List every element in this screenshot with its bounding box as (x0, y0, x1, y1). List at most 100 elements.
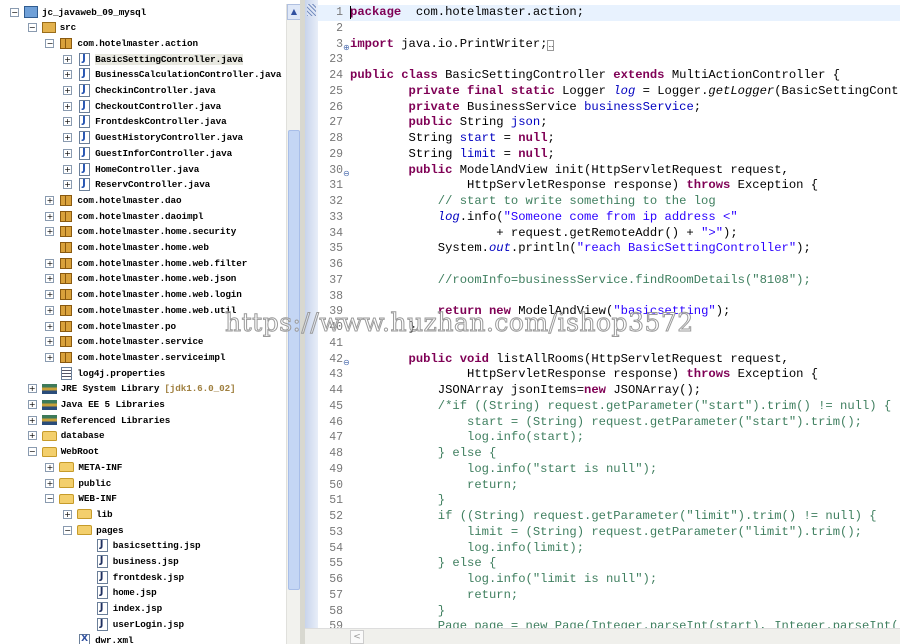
code-line[interactable]: 34 + request.getRemoteAddr() + ">"); (318, 226, 900, 242)
expand-icon[interactable]: + (27, 431, 37, 441)
tree-item[interactable]: log4j.properties (45, 365, 165, 381)
code-line[interactable]: 29 String limit = null; (318, 147, 900, 163)
tree-item[interactable]: dwr.xml (63, 632, 134, 644)
code-line[interactable]: 3 ⊕ import java.io.PrintWriter;… (318, 37, 900, 53)
tree-item[interactable]: + FrontdeskController.java (63, 114, 227, 130)
tree-item[interactable]: business.jsp (81, 554, 179, 570)
code-line[interactable]: 45 /*if ((String) request.getParameter("… (318, 399, 900, 415)
code-line[interactable]: 31 HttpServletResponse response) throws … (318, 178, 900, 194)
tree-item[interactable]: + JRE System Library [jdk1.6.0_02] (27, 381, 236, 397)
code-line[interactable]: 50 return; (318, 478, 900, 494)
code-line[interactable]: 49 log.info("start is null"); (318, 462, 900, 478)
expand-icon[interactable]: + (27, 415, 37, 425)
code-line[interactable]: 41 (318, 336, 900, 352)
code-line[interactable]: 30 ⊖ public ModelAndView init(HttpServlet… (318, 163, 900, 179)
code-line[interactable]: 37 //roomInfo=businessService.findRoomDe… (318, 273, 900, 289)
tree-item[interactable]: + lib (63, 506, 113, 522)
tree-item[interactable]: com.hotelmaster.home.web (45, 240, 209, 256)
tree-item[interactable]: + database (27, 428, 105, 444)
tree-item[interactable]: + GuestHistoryController.java (63, 130, 243, 146)
tree-vertical-scrollbar[interactable]: ▲ (286, 4, 301, 644)
collapse-icon[interactable]: − (27, 447, 37, 457)
scroll-left-arrow-icon[interactable]: < (350, 630, 364, 644)
expand-icon[interactable]: + (45, 462, 55, 472)
code-line[interactable]: 51 } (318, 493, 900, 509)
tree-item[interactable]: + HomeController.java (63, 161, 199, 177)
expand-icon[interactable]: + (27, 400, 37, 409)
tree-item[interactable]: index.jsp (81, 601, 162, 617)
expand-icon[interactable]: + (45, 227, 55, 237)
collapse-icon[interactable]: − (63, 525, 73, 535)
tree-item[interactable]: + public (45, 475, 111, 491)
expand-icon[interactable]: + (63, 117, 73, 127)
code-editor[interactable]: 1 package com.hotelmaster.action; 2 3 ⊕ impor… (305, 0, 900, 628)
expand-icon[interactable]: + (45, 305, 55, 315)
expand-icon[interactable]: + (45, 274, 55, 284)
code-line[interactable]: 23 (318, 52, 900, 68)
expand-icon[interactable]: + (45, 211, 55, 221)
expand-icon[interactable]: + (45, 337, 55, 347)
code-line[interactable]: 28 String start = null; (318, 131, 900, 147)
tree-item[interactable]: + com.hotelmaster.home.web.login (45, 287, 242, 303)
expand-icon[interactable]: + (63, 148, 73, 158)
code-line[interactable]: 24 public class BasicSettingController ex… (318, 68, 900, 84)
tree-item[interactable]: + com.hotelmaster.home.web.json (45, 271, 236, 287)
tree-item[interactable]: + Java EE 5 Libraries (27, 397, 165, 413)
tree-item[interactable]: + com.hotelmaster.dao (45, 192, 182, 208)
tree-item[interactable]: + CheckinController.java (63, 83, 216, 99)
tree-item[interactable]: + com.hotelmaster.daoimpl (45, 208, 204, 224)
code-line[interactable]: 44 JSONArray jsonItems=new JSONArray(); (318, 383, 900, 399)
tree-item[interactable]: + com.hotelmaster.home.web.util (45, 302, 236, 318)
tree-item[interactable]: + ReservController.java (63, 177, 210, 193)
code-line[interactable]: 48 } else { (318, 446, 900, 462)
expand-icon[interactable]: + (63, 164, 73, 174)
tree-item[interactable]: − jc_javaweb_09_mysql (10, 4, 146, 20)
tree-item[interactable]: + Referenced Libraries (27, 412, 170, 428)
scrollbar-thumb[interactable] (288, 130, 300, 590)
code-line[interactable]: 26 private BusinessService businessServi… (318, 100, 900, 116)
tree-item[interactable]: basicsetting.jsp (81, 538, 201, 554)
code-line[interactable]: 33 log.info("Someone come from ip addres… (318, 210, 900, 226)
tree-item[interactable]: userLogin.jsp (81, 616, 184, 632)
code-line[interactable]: 38 (318, 289, 900, 305)
expand-icon[interactable]: + (63, 54, 73, 64)
code-line[interactable]: 1 package com.hotelmaster.action; (318, 5, 900, 21)
collapse-icon[interactable]: − (45, 494, 55, 504)
expand-icon[interactable]: + (45, 321, 55, 331)
code-line[interactable]: 53 limit = (String) request.getParameter… (318, 525, 900, 541)
expand-icon[interactable]: + (27, 384, 37, 394)
collapse-icon[interactable]: − (10, 7, 19, 17)
tree-item[interactable]: + META-INF (45, 459, 122, 475)
collapse-icon[interactable]: − (27, 23, 37, 33)
editor-horizontal-scrollbar[interactable]: < (305, 628, 900, 644)
expand-icon[interactable]: + (63, 86, 73, 95)
tree-item[interactable]: − pages (63, 522, 124, 538)
tree-item[interactable]: home.jsp (81, 585, 157, 601)
scroll-up-arrow-icon[interactable]: ▲ (287, 4, 301, 20)
tree-item[interactable]: + com.hotelmaster.po (45, 318, 176, 334)
expand-icon[interactable]: + (63, 509, 73, 519)
code-line[interactable]: 2 (318, 21, 900, 37)
tree-item[interactable]: − src (27, 20, 76, 36)
code-line[interactable]: 46 start = (String) request.getParameter… (318, 415, 900, 431)
code-line[interactable]: 56 log.info("limit is null"); (318, 572, 900, 588)
tree-item[interactable]: − com.hotelmaster.action (45, 35, 198, 51)
tree-item[interactable]: + com.hotelmaster.serviceimpl (45, 349, 225, 365)
expand-icon[interactable]: + (63, 133, 73, 143)
collapse-icon[interactable]: − (45, 38, 55, 48)
code-line[interactable]: 36 (318, 257, 900, 273)
expand-icon[interactable]: + (63, 101, 73, 111)
expand-icon[interactable]: + (63, 70, 73, 80)
code-line[interactable]: 47 log.info(start); (318, 430, 900, 446)
code-line[interactable]: 27 public String json; (318, 115, 900, 131)
code-line[interactable]: 59 Page page = new Page(Integer.parseInt… (318, 619, 900, 628)
tree-item[interactable]: + BusinessCalculationController.java (63, 67, 281, 83)
tree-item[interactable]: − WEB-INF (45, 491, 117, 507)
code-line[interactable]: 55 } else { (318, 556, 900, 572)
code-line[interactable]: 52 if ((String) request.getParameter("li… (318, 509, 900, 525)
code-line[interactable]: 58 } (318, 604, 900, 620)
tree-item[interactable]: + com.hotelmaster.service (45, 334, 204, 350)
tree-item[interactable]: + com.hotelmaster.home.web.filter (45, 255, 247, 271)
expand-icon[interactable]: + (45, 478, 55, 488)
code-line[interactable]: 42 ⊖ public void listAllRooms(HttpServlet… (318, 352, 900, 368)
